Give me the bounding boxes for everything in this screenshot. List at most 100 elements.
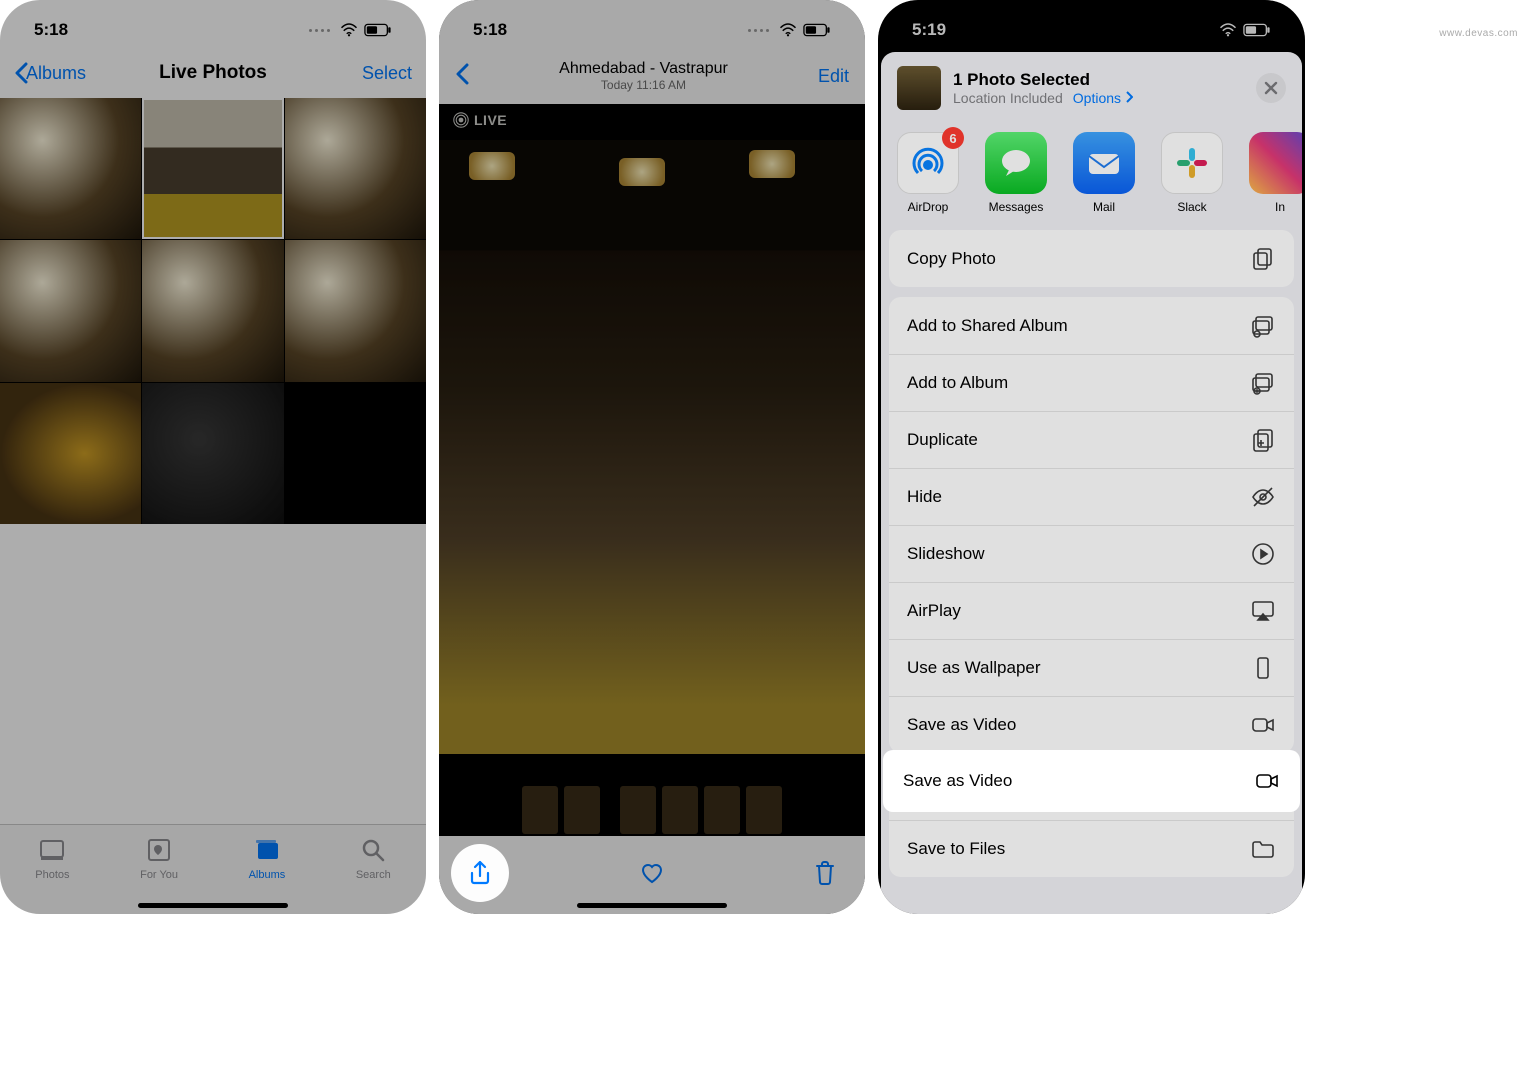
app-label: Slack — [1177, 200, 1206, 214]
battery-icon — [1243, 23, 1271, 37]
app-airdrop[interactable]: 6 AirDrop — [897, 132, 959, 214]
tab-for-you[interactable]: For You — [140, 835, 178, 881]
album-icon — [1250, 370, 1276, 396]
tab-label: Search — [356, 869, 391, 881]
header-subtitle: Location Included — [953, 90, 1063, 106]
share-sheet: 1 Photo Selected Location Included Optio… — [881, 52, 1302, 914]
screen-share-sheet: 5:19 1 Photo Selected Location Included … — [878, 0, 1305, 914]
photo-thumb[interactable] — [285, 240, 426, 381]
action-save-to-files[interactable]: Save to Files — [889, 820, 1294, 877]
status-time: 5:19 — [912, 20, 946, 40]
tab-photos[interactable]: Photos — [35, 835, 69, 881]
home-indicator[interactable] — [138, 903, 288, 908]
app-instagram[interactable]: In — [1249, 132, 1302, 214]
nav-bar: Ahmedabad - Vastrapur Today 11:16 AM Edi… — [439, 48, 865, 104]
heart-icon[interactable] — [638, 859, 666, 892]
action-airplay[interactable]: AirPlay — [889, 582, 1294, 639]
live-label: LIVE — [474, 112, 507, 128]
tab-albums[interactable]: Albums — [249, 835, 286, 881]
cell-signal-icon — [309, 29, 330, 32]
action-add-album[interactable]: Add to Album — [889, 354, 1294, 411]
app-label: Messages — [989, 200, 1044, 214]
app-mail[interactable]: Mail — [1073, 132, 1135, 214]
app-label: Mail — [1093, 200, 1115, 214]
action-hide[interactable]: Hide — [889, 468, 1294, 525]
app-label: AirDrop — [908, 200, 949, 214]
header-title: 1 Photo Selected — [953, 70, 1133, 90]
edit-button[interactable]: Edit — [818, 66, 849, 87]
share-apps-row[interactable]: 6 AirDrop Messages Mail Slack In — [881, 126, 1302, 230]
live-badge: LIVE — [453, 112, 507, 128]
back-button[interactable] — [455, 63, 469, 90]
battery-icon — [803, 23, 831, 37]
tab-label: Photos — [35, 869, 69, 881]
live-icon — [453, 112, 469, 128]
photo-viewer[interactable] — [439, 140, 865, 754]
video-icon — [1254, 768, 1280, 794]
share-button-highlight[interactable] — [451, 844, 509, 902]
photo-thumb[interactable] — [142, 240, 283, 381]
options-button[interactable]: Options — [1073, 90, 1133, 106]
home-indicator[interactable] — [577, 903, 727, 908]
location-title: Ahmedabad - Vastrapur — [559, 60, 728, 78]
tab-label: Albums — [249, 869, 286, 881]
photo-thumb[interactable] — [285, 98, 426, 239]
wifi-icon — [779, 23, 797, 37]
app-messages[interactable]: Messages — [985, 132, 1047, 214]
save-as-video-highlight[interactable]: Save as Video — [885, 752, 1298, 810]
folder-icon — [1250, 836, 1276, 862]
close-icon — [1264, 81, 1278, 95]
battery-icon — [364, 23, 392, 37]
photo-thumb[interactable] — [142, 383, 283, 524]
timestamp: Today 11:16 AM — [559, 78, 728, 92]
phone-icon — [1250, 655, 1276, 681]
action-save-as-video[interactable]: Save as Video — [889, 696, 1294, 753]
status-bar: 5:19 — [878, 0, 1305, 48]
hide-icon — [1250, 484, 1276, 510]
app-slack[interactable]: Slack — [1161, 132, 1223, 214]
wifi-icon — [1219, 23, 1237, 37]
status-time: 5:18 — [34, 20, 68, 40]
status-right — [1219, 23, 1271, 37]
photo-thumb-selected[interactable] — [142, 98, 283, 239]
badge-count: 6 — [942, 127, 964, 149]
play-icon — [1250, 541, 1276, 567]
airplay-icon — [1250, 598, 1276, 624]
status-bar: 5:18 — [0, 0, 426, 48]
action-duplicate[interactable]: Duplicate — [889, 411, 1294, 468]
airdrop-icon — [908, 143, 948, 183]
photo-thumb[interactable] — [0, 383, 141, 524]
header-thumbnail — [897, 66, 941, 110]
screen-photo-detail: 5:18 Ahmedabad - Vastrapur Today 11:16 A… — [439, 0, 865, 914]
filmstrip[interactable] — [439, 786, 865, 834]
messages-icon — [996, 143, 1036, 183]
back-button[interactable]: Albums — [14, 62, 86, 84]
action-slideshow[interactable]: Slideshow — [889, 525, 1294, 582]
photo-thumb[interactable] — [0, 240, 141, 381]
select-button[interactable]: Select — [362, 63, 412, 84]
photo-thumb[interactable] — [0, 98, 141, 239]
nav-bar: Albums Live Photos Select — [0, 48, 426, 98]
tab-search[interactable]: Search — [356, 835, 391, 881]
action-copy-photo[interactable]: Copy Photo — [889, 230, 1294, 287]
trash-icon[interactable] — [811, 859, 839, 892]
share-header: 1 Photo Selected Location Included Optio… — [881, 66, 1302, 126]
action-wallpaper[interactable]: Use as Wallpaper — [889, 639, 1294, 696]
photo-grid — [0, 98, 426, 524]
wifi-icon — [340, 23, 358, 37]
copy-icon — [1250, 246, 1276, 272]
action-add-shared-album[interactable]: Add to Shared Album — [889, 297, 1294, 354]
watermark: www.devas.com — [1439, 28, 1518, 39]
close-button[interactable] — [1256, 73, 1286, 103]
status-right — [309, 23, 392, 37]
screen-album-grid: 5:18 Albums Live Photos Select Photos — [0, 0, 426, 914]
back-label: Albums — [26, 63, 86, 84]
tab-bar: Photos For You Albums Search — [0, 824, 426, 914]
nav-title-area: Ahmedabad - Vastrapur Today 11:16 AM — [559, 60, 728, 92]
tab-label: For You — [140, 869, 178, 881]
page-title: Live Photos — [159, 62, 267, 84]
shared-album-icon — [1250, 313, 1276, 339]
mail-icon — [1083, 142, 1125, 184]
cell-signal-icon — [748, 29, 769, 32]
status-bar: 5:18 — [439, 0, 865, 48]
